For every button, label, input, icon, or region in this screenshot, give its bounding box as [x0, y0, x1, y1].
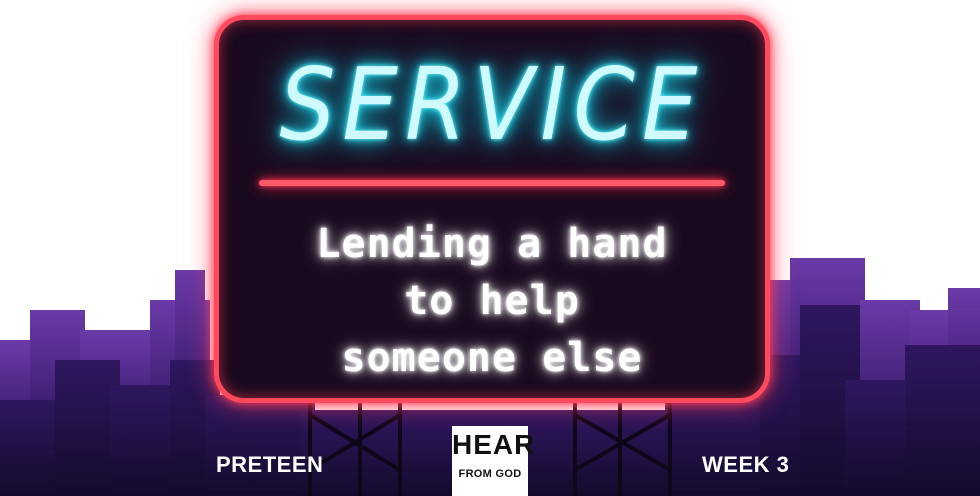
sign-title: SERVICE: [279, 46, 705, 163]
tagline-line-2: to help: [404, 278, 580, 324]
sign-tagline: Lending a hand to help someone else: [219, 216, 765, 387]
neon-billboard: SERVICE Lending a hand to help someone e…: [214, 15, 770, 403]
logo-top-text: HEAR: [452, 429, 536, 460]
tagline-line-1: Lending a hand: [316, 221, 668, 267]
logo-bottom-text: FROM GOD: [458, 468, 522, 480]
week-label: WEEK 3: [702, 452, 790, 477]
neon-divider: [259, 180, 725, 186]
tagline-line-3: someone else: [341, 335, 643, 381]
age-group-label: PRETEEN: [216, 452, 324, 477]
hear-from-god-logo: HEAR FROM GOD: [452, 426, 536, 496]
